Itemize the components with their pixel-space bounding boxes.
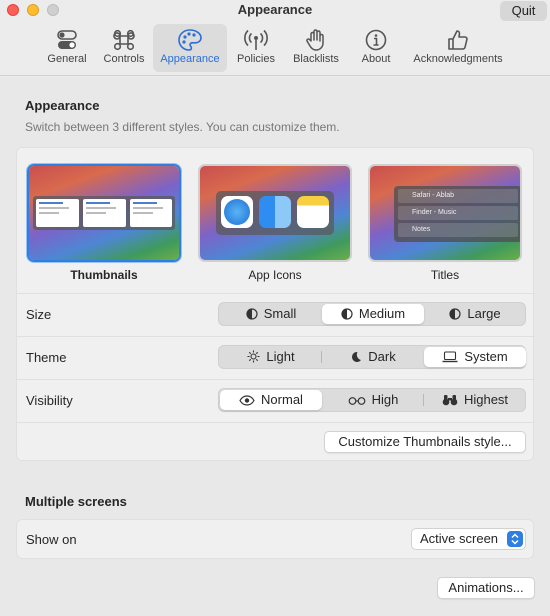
style-titles-preview[interactable]: Safari - Ablab Finder - Music Notes bbox=[368, 164, 522, 262]
titles-preview-item: Notes bbox=[398, 223, 518, 237]
size-option-large[interactable]: Large bbox=[424, 304, 526, 324]
tab-label: Controls bbox=[103, 53, 145, 65]
moon-icon bbox=[352, 351, 362, 362]
toggle-icon bbox=[57, 30, 77, 49]
tab-controls[interactable]: Controls bbox=[98, 24, 150, 72]
tab-label: Blacklists bbox=[293, 53, 339, 65]
visibility-option-high[interactable]: High bbox=[322, 390, 424, 410]
preferences-toolbar: General Controls Appearance Policies Bla… bbox=[0, 22, 550, 76]
appearance-settings-panel: Thumbnails App Icons Safari - Ablab Find… bbox=[16, 147, 535, 462]
segment-label: Light bbox=[266, 349, 295, 364]
visibility-option-normal[interactable]: Normal bbox=[220, 390, 322, 410]
tab-label: General bbox=[47, 53, 87, 65]
eye-icon bbox=[239, 395, 255, 406]
palette-icon bbox=[178, 29, 202, 51]
visibility-label: Visibility bbox=[26, 393, 73, 408]
customize-row: Customize Thumbnails style... bbox=[17, 422, 535, 462]
binoculars-icon bbox=[442, 395, 458, 406]
segment-label: Highest bbox=[463, 392, 509, 407]
eyeglasses-icon bbox=[348, 397, 366, 405]
half-circle-icon bbox=[449, 308, 461, 320]
animations-button[interactable]: Animations... bbox=[437, 577, 535, 599]
theme-segmented-control: Light Dark System bbox=[218, 345, 526, 369]
customize-thumbnails-style-button[interactable]: Customize Thumbnails style... bbox=[324, 431, 526, 453]
style-app-icons-label: App Icons bbox=[248, 268, 302, 282]
appearance-subtitle: Switch between 3 different styles. You c… bbox=[25, 120, 340, 134]
segment-label: Dark bbox=[368, 349, 396, 364]
appearance-title: Appearance bbox=[25, 98, 100, 113]
style-app-icons-preview[interactable] bbox=[198, 164, 352, 262]
show-on-popup[interactable]: Active screen bbox=[411, 528, 526, 550]
chevron-up-down-icon bbox=[507, 531, 523, 547]
hand-icon bbox=[306, 29, 324, 51]
theme-row: Theme Light Dark System bbox=[17, 336, 535, 378]
window-title: Appearance bbox=[237, 2, 313, 17]
tab-policies[interactable]: Policies bbox=[232, 24, 280, 72]
sun-icon bbox=[247, 350, 260, 363]
segment-label: Small bbox=[263, 306, 297, 321]
size-segmented-control: Small Medium Large bbox=[218, 302, 526, 326]
tab-general[interactable]: General bbox=[44, 24, 90, 72]
antenna-icon bbox=[244, 29, 268, 50]
titles-preview-item: Finder - Music bbox=[398, 206, 518, 220]
multiple-screens-panel: Show on Active screen bbox=[16, 519, 534, 559]
visibility-row: Visibility Normal High Highest bbox=[17, 379, 535, 421]
tab-label: Appearance bbox=[160, 53, 220, 65]
segment-label: System bbox=[464, 349, 508, 364]
theme-option-light[interactable]: Light bbox=[220, 347, 322, 367]
size-option-small[interactable]: Small bbox=[220, 304, 322, 324]
command-icon bbox=[113, 29, 135, 51]
tab-about[interactable]: About bbox=[355, 24, 397, 72]
multiple-screens-title: Multiple screens bbox=[25, 494, 127, 509]
tab-label: Policies bbox=[237, 53, 275, 65]
tab-appearance[interactable]: Appearance bbox=[153, 24, 227, 72]
theme-option-system[interactable]: System bbox=[424, 347, 526, 367]
segment-label: Normal bbox=[261, 392, 303, 407]
theme-label: Theme bbox=[26, 350, 67, 365]
title-bar: Appearance Quit bbox=[0, 0, 550, 22]
laptop-icon bbox=[442, 351, 458, 363]
size-label: Size bbox=[26, 307, 52, 322]
visibility-segmented-control: Normal High Highest bbox=[218, 388, 526, 412]
titles-preview-item: Safari - Ablab bbox=[398, 189, 518, 203]
show-on-value: Active screen bbox=[420, 531, 499, 546]
segment-label: High bbox=[371, 392, 399, 407]
finder-icon bbox=[259, 196, 291, 228]
notes-icon bbox=[297, 196, 329, 228]
style-titles-label: Titles bbox=[430, 268, 460, 282]
appearance-pane: Appearance Switch between 3 different st… bbox=[0, 77, 550, 616]
show-on-label: Show on bbox=[26, 532, 77, 547]
style-thumbnails-preview[interactable] bbox=[27, 164, 181, 262]
half-circle-icon bbox=[341, 308, 353, 320]
style-thumbnails-label: Thumbnails bbox=[70, 268, 138, 282]
thumbs-up-icon bbox=[448, 30, 468, 50]
safari-icon bbox=[221, 196, 253, 228]
segment-label: Large bbox=[467, 306, 501, 321]
segment-label: Medium bbox=[358, 306, 406, 321]
size-option-medium[interactable]: Medium bbox=[322, 304, 424, 324]
tab-label: About bbox=[361, 53, 391, 65]
visibility-option-highest[interactable]: Highest bbox=[424, 390, 526, 410]
size-row: Size Small Medium Large bbox=[17, 293, 535, 335]
tab-blacklists[interactable]: Blacklists bbox=[286, 24, 346, 72]
tab-label: Acknowledgments bbox=[413, 53, 503, 65]
half-circle-icon bbox=[246, 308, 258, 320]
tab-acknowledgments[interactable]: Acknowledgments bbox=[406, 24, 510, 72]
theme-option-dark[interactable]: Dark bbox=[322, 347, 424, 367]
quit-button[interactable]: Quit bbox=[500, 1, 547, 21]
info-icon bbox=[365, 29, 387, 51]
